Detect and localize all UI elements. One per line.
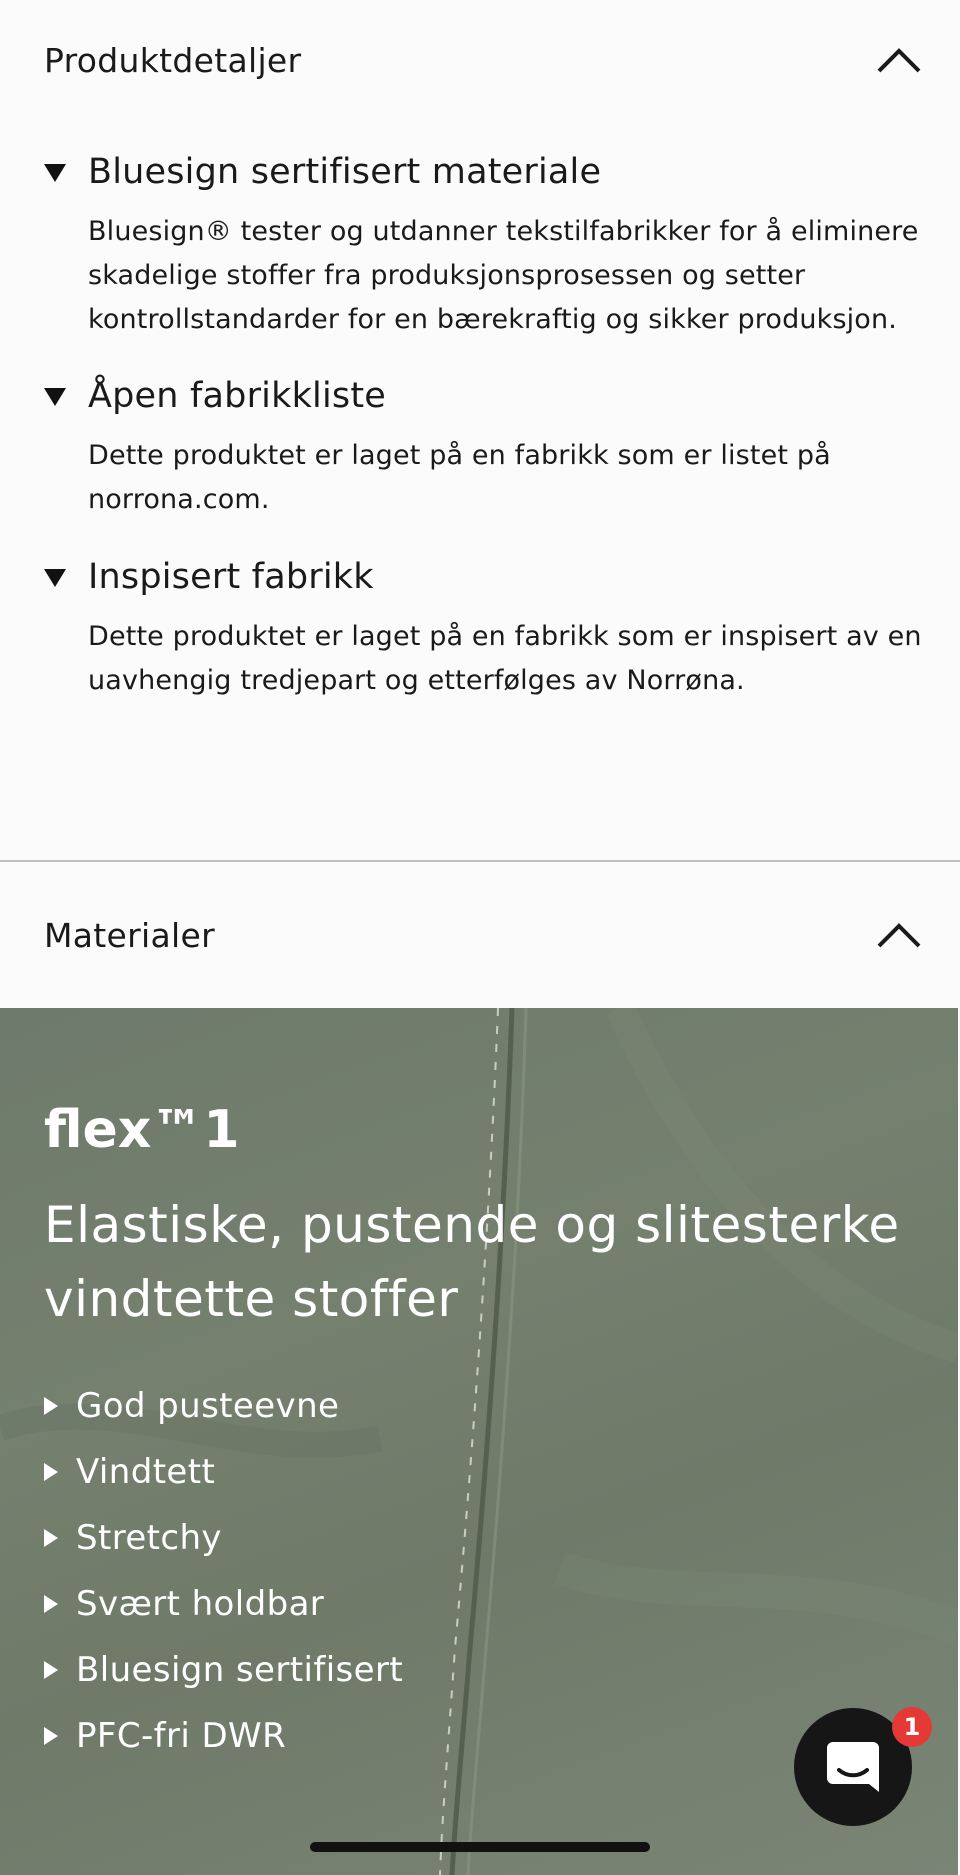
triangle-down-icon <box>44 388 66 406</box>
triangle-down-icon <box>44 569 66 587</box>
chat-bubble-icon <box>827 1742 879 1792</box>
section-divider <box>0 860 960 862</box>
detail-item-header[interactable]: Inspisert fabrikk <box>44 557 924 597</box>
triangle-right-icon <box>44 1463 58 1481</box>
feature-label: Vindtett <box>76 1452 216 1492</box>
product-details-title: Produktdetaljer <box>44 40 302 80</box>
material-name: flex™1 <box>44 1100 240 1160</box>
triangle-down-icon <box>44 164 66 182</box>
feature-item: Svært holdbar <box>44 1571 403 1637</box>
chevron-up-icon[interactable] <box>876 912 922 958</box>
feature-label: PFC-fri DWR <box>76 1716 287 1756</box>
detail-item-title: Åpen fabrikkliste <box>88 376 386 416</box>
product-details-header[interactable]: Produktdetaljer <box>0 20 960 100</box>
feature-label: Bluesign sertifisert <box>76 1650 404 1690</box>
chat-unread-badge: 1 <box>892 1707 932 1747</box>
feature-label: Stretchy <box>76 1518 222 1558</box>
feature-item: PFC-fri DWR <box>44 1703 403 1769</box>
triangle-right-icon <box>44 1529 58 1547</box>
triangle-right-icon <box>44 1595 58 1613</box>
material-description: Elastiske, pustende og slitesterke vindt… <box>44 1196 900 1328</box>
detail-item-body: Bluesign® tester og utdanner tekstilfabr… <box>88 216 919 335</box>
materials-title: Materialer <box>44 915 215 955</box>
detail-item-title: Inspisert fabrikk <box>88 557 374 597</box>
detail-item-body: Dette produktet er laget på en fabrikk s… <box>88 440 831 515</box>
detail-item-body: Dette produktet er laget på en fabrikk s… <box>88 621 922 696</box>
detail-item-header[interactable]: Bluesign sertifisert materiale <box>44 152 924 192</box>
feature-item: Bluesign sertifisert <box>44 1637 403 1703</box>
feature-item: God pusteevne <box>44 1373 403 1439</box>
material-feature-list: God pusteevne Vindtett Stretchy Svært ho… <box>44 1373 403 1769</box>
detail-item-inspected-factory: Inspisert fabrikk Dette produktet er lag… <box>44 557 924 703</box>
feature-label: God pusteevne <box>76 1386 340 1426</box>
feature-label: Svært holdbar <box>76 1584 325 1624</box>
detail-item-title: Bluesign sertifisert materiale <box>88 152 602 192</box>
triangle-right-icon <box>44 1397 58 1415</box>
chevron-up-icon[interactable] <box>876 37 922 83</box>
feature-item: Stretchy <box>44 1505 403 1571</box>
feature-item: Vindtett <box>44 1439 403 1505</box>
detail-item-open-factory-list: Åpen fabrikkliste Dette produktet er lag… <box>44 376 924 522</box>
detail-item-bluesign: Bluesign sertifisert materiale Bluesign®… <box>44 152 924 342</box>
materials-header[interactable]: Materialer <box>0 895 960 975</box>
home-indicator[interactable] <box>310 1842 650 1852</box>
triangle-right-icon <box>44 1727 58 1745</box>
detail-item-header[interactable]: Åpen fabrikkliste <box>44 376 924 416</box>
triangle-right-icon <box>44 1661 58 1679</box>
